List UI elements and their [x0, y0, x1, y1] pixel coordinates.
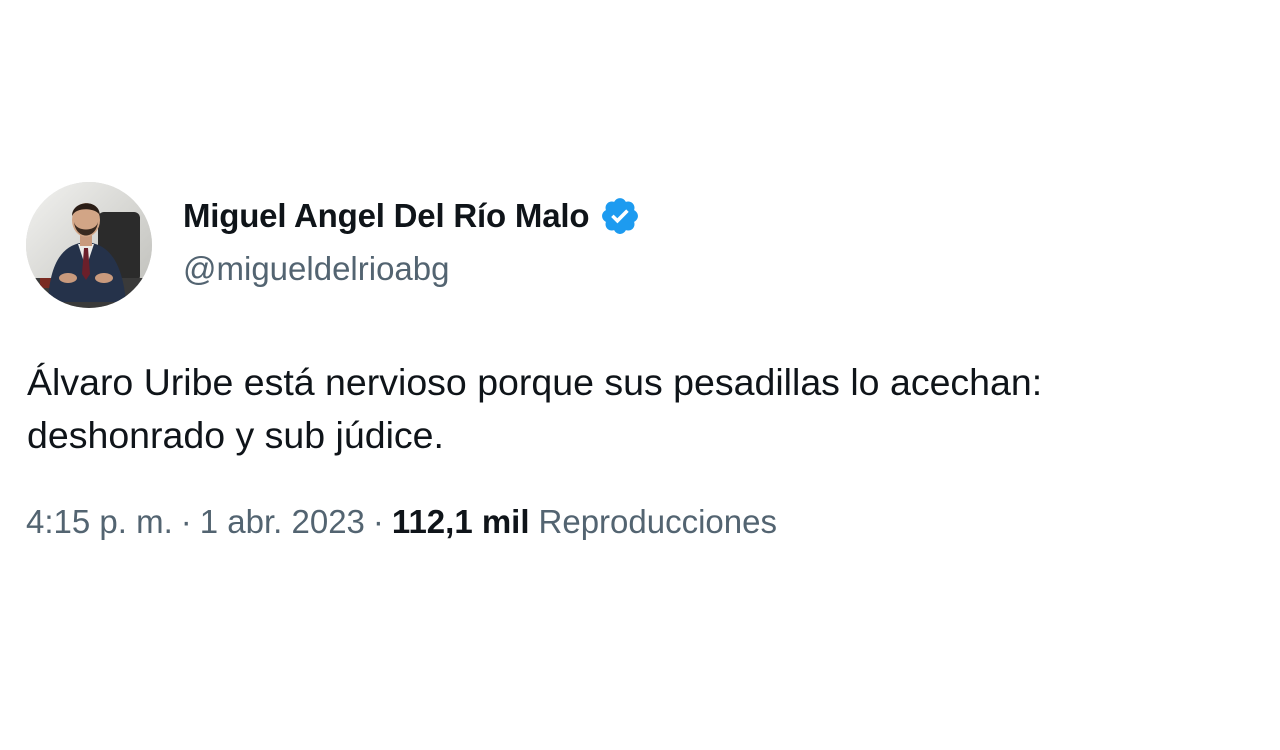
verified-badge-icon[interactable]: [599, 195, 641, 237]
author-handle[interactable]: @migueldelrioabg: [183, 250, 449, 288]
views-label: Reproducciones: [538, 503, 777, 540]
tweet-date[interactable]: 1 abr. 2023: [200, 503, 365, 541]
author-display-name[interactable]: Miguel Angel Del Río Malo: [183, 197, 589, 235]
meta-separator: ·: [372, 503, 384, 540]
avatar-photo: [26, 182, 152, 308]
views-count: 112,1 mil: [391, 503, 530, 540]
tweet-text: Álvaro Uribe está nervioso porque sus pe…: [27, 361, 1043, 456]
tweet-card: Miguel Angel Del Río Malo @migueldelrioa…: [0, 0, 1280, 750]
meta-separator: ·: [180, 503, 192, 540]
tweet-time[interactable]: 4:15 p. m.: [26, 503, 173, 541]
author-name-row: Miguel Angel Del Río Malo: [183, 193, 641, 239]
avatar[interactable]: [26, 182, 152, 308]
tweet-meta: 4:15 p. m. · 1 abr. 2023 · 112,1 mil Rep…: [26, 503, 777, 541]
